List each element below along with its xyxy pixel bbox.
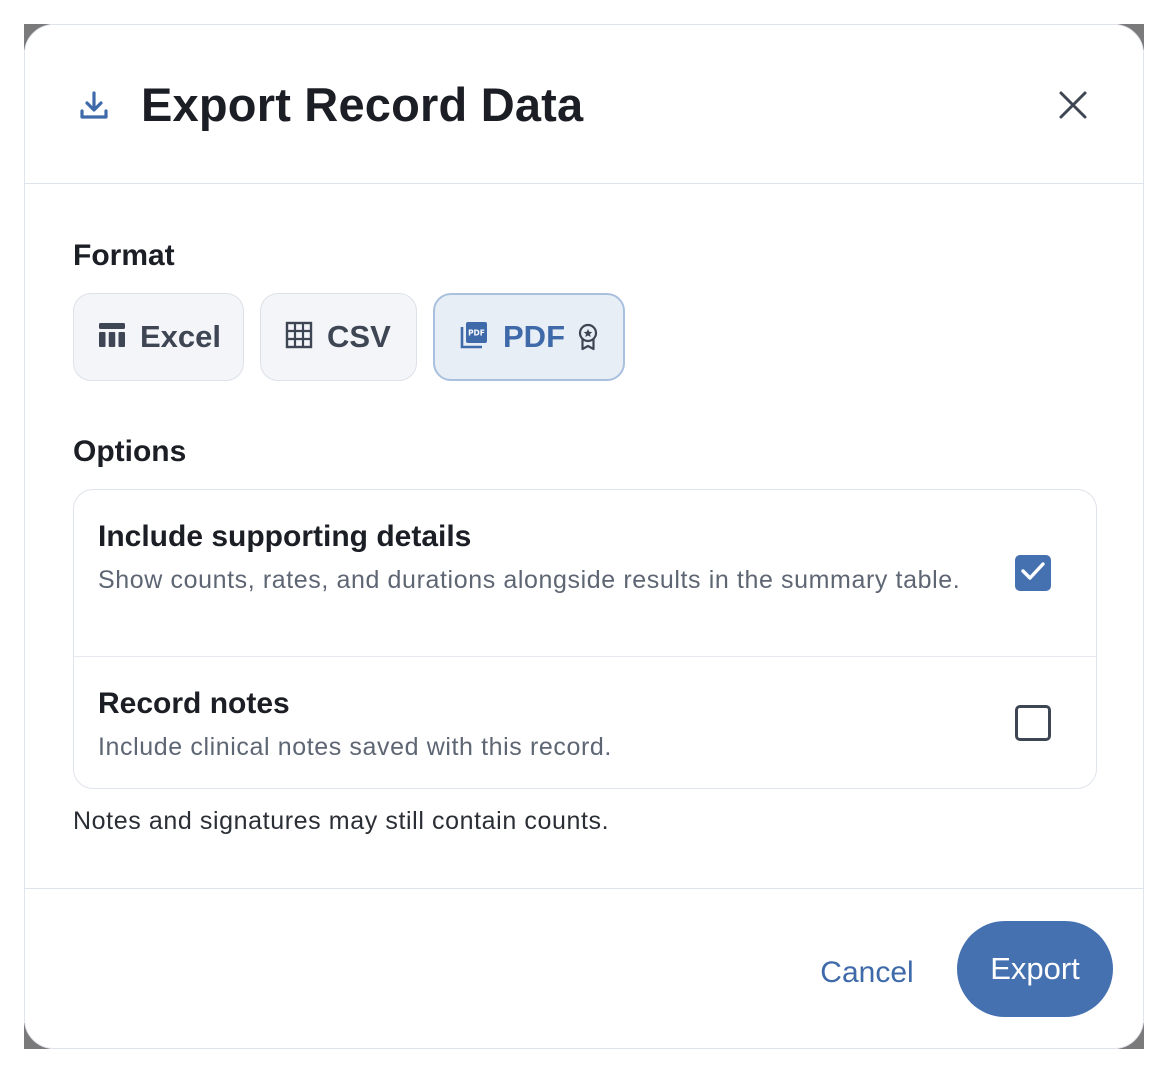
table-icon — [98, 322, 126, 353]
format-option-pdf[interactable]: PDF PDF — [433, 293, 625, 381]
award-icon — [577, 323, 599, 351]
download-icon — [77, 89, 111, 123]
option-title: Record notes — [98, 687, 290, 720]
options-note: Notes and signatures may still contain c… — [73, 807, 610, 835]
option-title: Include supporting details — [98, 520, 472, 553]
options-list: Include supporting details Show counts, … — [73, 489, 1097, 789]
grid-icon — [285, 321, 313, 354]
export-button[interactable]: Export — [957, 921, 1113, 1017]
dialog-title: Export Record Data — [141, 78, 584, 131]
format-option-label: Excel — [140, 319, 222, 354]
format-option-excel[interactable]: Excel — [73, 293, 244, 381]
dialog-header: Export Record Data — [25, 25, 1143, 184]
option-description: Include clinical notes saved with this r… — [98, 733, 612, 761]
record-notes-checkbox[interactable] — [1015, 705, 1051, 741]
format-section-label: Format — [73, 239, 175, 272]
close-button[interactable] — [1049, 83, 1097, 131]
check-icon — [1020, 560, 1046, 587]
format-option-csv[interactable]: CSV — [260, 293, 417, 381]
format-option-label: CSV — [327, 319, 391, 354]
format-option-label: PDF — [503, 319, 565, 354]
close-icon — [1058, 90, 1088, 125]
option-description: Show counts, rates, and durations alongs… — [98, 566, 961, 594]
supporting-details-checkbox[interactable] — [1015, 555, 1051, 591]
export-dialog: Export Record Data Format Excel CSV PDF … — [24, 24, 1144, 1049]
cancel-button[interactable]: Cancel — [797, 941, 937, 1005]
svg-text:PDF: PDF — [468, 328, 485, 337]
dialog-footer: Cancel Export — [25, 888, 1143, 1048]
option-row-supporting-details: Include supporting details Show counts, … — [74, 490, 1096, 657]
option-row-record-notes: Record notes Include clinical notes save… — [74, 657, 1096, 788]
pdf-icon: PDF — [459, 320, 489, 355]
options-section-label: Options — [73, 435, 187, 468]
